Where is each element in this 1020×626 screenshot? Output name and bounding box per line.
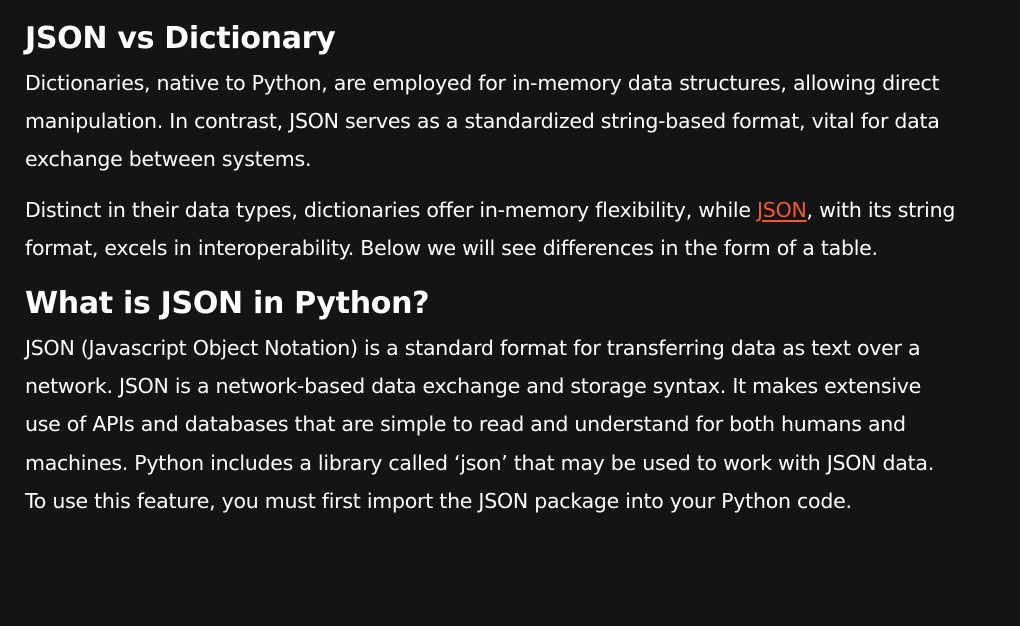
paragraph-dictionaries-intro: Dictionaries, native to Python, are empl…: [25, 71, 940, 172]
article-content: JSON vs Dictionary Dictionaries, native …: [0, 0, 1020, 626]
json-link[interactable]: JSON: [757, 198, 807, 222]
paragraph-json-definition: JSON (Javascript Object Notation) is a s…: [25, 336, 934, 513]
paragraph-data-types: Distinct in their data types, dictionari…: [25, 191, 960, 267]
paragraph-text-before-link: Distinct in their data types, dictionari…: [25, 197, 758, 222]
section-heading-json-vs-dictionary: JSON vs Dictionary: [25, 21, 336, 56]
section-heading-what-is-json: What is JSON in Python?: [25, 286, 430, 322]
